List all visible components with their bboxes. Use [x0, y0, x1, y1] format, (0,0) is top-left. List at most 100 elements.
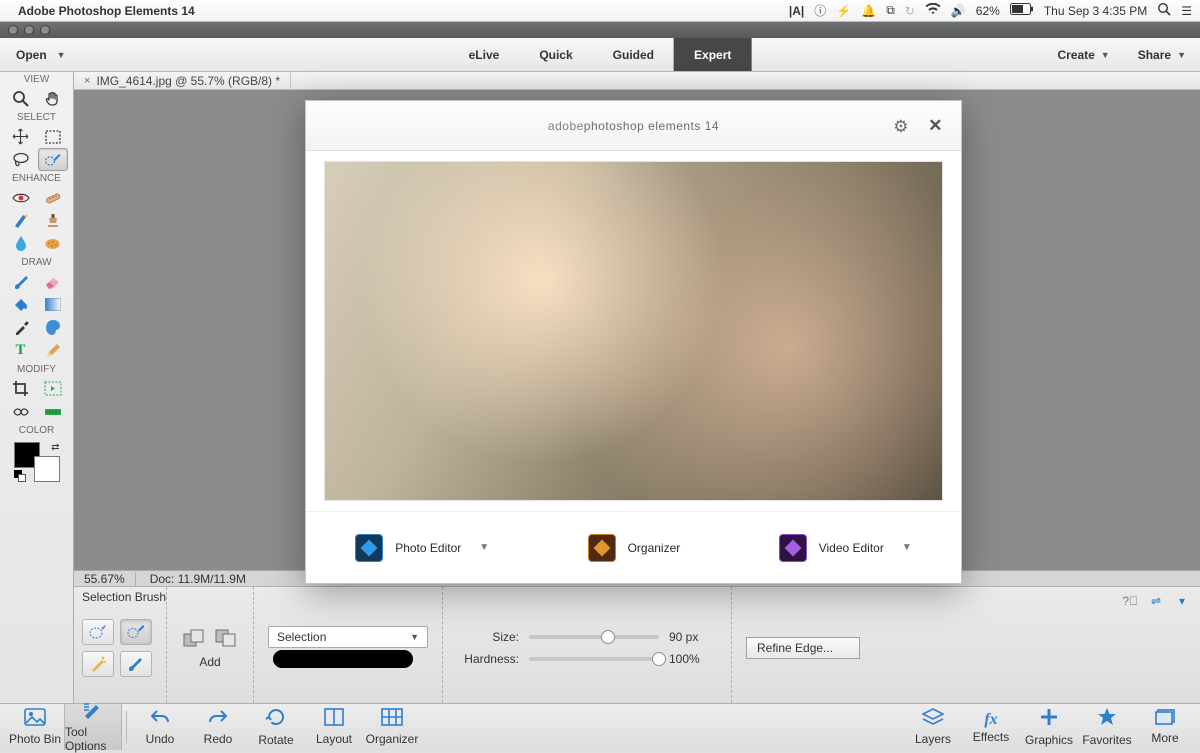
- refine-edge-button[interactable]: Refine Edge...: [746, 637, 860, 659]
- close-icon[interactable]: ✕: [928, 116, 943, 136]
- share-menu-button[interactable]: Share▼: [1124, 48, 1200, 62]
- eyedropper-tool[interactable]: [6, 316, 36, 339]
- lasso-tool[interactable]: [6, 148, 36, 171]
- volume-icon[interactable]: 🔊: [951, 4, 966, 18]
- window-close-button[interactable]: [8, 25, 18, 35]
- favorites-button[interactable]: Favorites: [1078, 704, 1136, 750]
- video-editor-button[interactable]: Video Editor ▼: [779, 534, 912, 562]
- rotate-button[interactable]: Rotate: [247, 704, 305, 750]
- close-tab-icon[interactable]: ×: [84, 75, 90, 87]
- sponge-tool[interactable]: [38, 232, 68, 255]
- menubar-app-name[interactable]: Adobe Photoshop Elements 14: [18, 4, 195, 18]
- chevron-down-icon: ▼: [410, 632, 419, 642]
- zoom-tool[interactable]: [6, 87, 36, 110]
- organizer-button[interactable]: Organizer: [363, 704, 421, 750]
- graphics-button[interactable]: Graphics: [1020, 704, 1078, 750]
- content-aware-move-tool[interactable]: [6, 400, 36, 423]
- crop-tool[interactable]: [6, 377, 36, 400]
- hardness-value: 100%: [669, 652, 717, 666]
- size-slider[interactable]: [529, 635, 659, 639]
- battery-icon[interactable]: [1010, 3, 1034, 18]
- swap-colors-icon[interactable]: ⇄: [51, 442, 59, 453]
- selection-mode-combo[interactable]: Selection ▼: [268, 626, 428, 648]
- color-swatches[interactable]: ⇄: [14, 442, 60, 482]
- hardness-slider[interactable]: [529, 657, 659, 661]
- quick-selection-tool-button[interactable]: [82, 619, 114, 645]
- spotlight-icon[interactable]: [1157, 2, 1171, 19]
- blur-tool[interactable]: [6, 232, 36, 255]
- chevron-down-icon[interactable]: ▼: [902, 542, 912, 553]
- battery-percent[interactable]: 62%: [976, 4, 1000, 18]
- shape-tool[interactable]: [38, 316, 68, 339]
- help-icon[interactable]: ?⃝: [1122, 594, 1138, 608]
- brush-stroke-preview[interactable]: [273, 648, 423, 670]
- graphics-icon: [1039, 707, 1059, 732]
- tool-options-button[interactable]: Tool Options: [64, 704, 122, 750]
- straighten-tool[interactable]: [38, 400, 68, 423]
- paint-bucket-tool[interactable]: [6, 293, 36, 316]
- chevron-down-icon: ▼: [57, 50, 66, 60]
- hand-tool[interactable]: [38, 87, 68, 110]
- smartbrush-tool[interactable]: [6, 209, 36, 232]
- doc-size-readout[interactable]: Doc: 11.9M/11.9M: [136, 572, 260, 586]
- redeye-tool[interactable]: [6, 186, 36, 209]
- mode-quick[interactable]: Quick: [519, 38, 592, 71]
- mode-expert[interactable]: Expert: [674, 38, 751, 71]
- info-icon[interactable]: ⓘ: [814, 2, 826, 19]
- video-editor-icon: [779, 534, 807, 562]
- more-button[interactable]: More: [1136, 704, 1194, 750]
- selection-brush-tool-button[interactable]: [120, 619, 152, 645]
- pencil-tool[interactable]: [38, 339, 68, 362]
- layout-button[interactable]: Layout: [305, 704, 363, 750]
- create-menu-button[interactable]: Create▼: [1043, 48, 1123, 62]
- mode-guided[interactable]: Guided: [593, 38, 674, 71]
- window-minimize-button[interactable]: [24, 25, 34, 35]
- eraser-tool[interactable]: [38, 270, 68, 293]
- magic-wand-tool-button[interactable]: [82, 651, 114, 677]
- selection-brush-tool[interactable]: [38, 148, 68, 171]
- background-color[interactable]: [34, 456, 60, 482]
- open-menu-button[interactable]: Open ▼: [0, 38, 82, 71]
- size-value: 90 px: [669, 630, 717, 644]
- effects-icon: fx: [984, 711, 997, 729]
- subtract-from-selection-button[interactable]: [213, 627, 239, 649]
- refine-brush-tool-button[interactable]: [120, 651, 152, 677]
- marquee-tool[interactable]: [38, 125, 68, 148]
- recompose-tool[interactable]: [38, 377, 68, 400]
- add-to-selection-button[interactable]: [181, 627, 207, 649]
- bell-icon[interactable]: 🔔: [861, 4, 876, 18]
- bolt-icon[interactable]: ⚡: [836, 4, 851, 18]
- chevron-down-icon: ▼: [1177, 50, 1186, 60]
- document-tab[interactable]: × IMG_4614.jpg @ 55.7% (RGB/8) *: [74, 72, 291, 89]
- section-color: COLOR: [0, 423, 73, 438]
- document-tab-strip: × IMG_4614.jpg @ 55.7% (RGB/8) *: [74, 72, 1200, 90]
- window-zoom-button[interactable]: [40, 25, 50, 35]
- clone-stamp-tool[interactable]: [38, 209, 68, 232]
- layers-button[interactable]: Layers: [904, 704, 962, 750]
- mode-elive[interactable]: eLive: [449, 38, 520, 71]
- creative-cloud-icon[interactable]: |A|: [789, 4, 804, 18]
- organizer-launch-button[interactable]: Organizer: [588, 534, 681, 562]
- panel-reset-icon[interactable]: ⇌: [1148, 593, 1164, 609]
- size-label: Size:: [457, 630, 519, 644]
- wifi-icon[interactable]: [925, 3, 941, 18]
- gradient-tool[interactable]: [38, 293, 68, 316]
- panel-menu-icon[interactable]: ▾: [1174, 593, 1190, 609]
- effects-button[interactable]: fxEffects: [962, 704, 1020, 750]
- default-colors-icon[interactable]: [14, 470, 26, 482]
- menu-list-icon[interactable]: ☰: [1181, 4, 1192, 18]
- zoom-readout[interactable]: 55.67%: [74, 572, 136, 586]
- redo-button[interactable]: Redo: [189, 704, 247, 750]
- photo-bin-button[interactable]: Photo Bin: [6, 704, 64, 750]
- healing-tool[interactable]: [38, 186, 68, 209]
- chevron-down-icon[interactable]: ▼: [479, 542, 489, 553]
- gear-icon[interactable]: ⚙: [893, 117, 909, 137]
- type-tool[interactable]: T: [6, 339, 36, 362]
- dropbox-icon[interactable]: ⧉: [886, 3, 895, 18]
- timemachine-icon[interactable]: ↻: [905, 4, 915, 18]
- menubar-clock[interactable]: Thu Sep 3 4:35 PM: [1044, 4, 1147, 18]
- photo-editor-button[interactable]: Photo Editor ▼: [355, 534, 489, 562]
- undo-button[interactable]: Undo: [131, 704, 189, 750]
- move-tool[interactable]: [6, 125, 36, 148]
- brush-tool[interactable]: [6, 270, 36, 293]
